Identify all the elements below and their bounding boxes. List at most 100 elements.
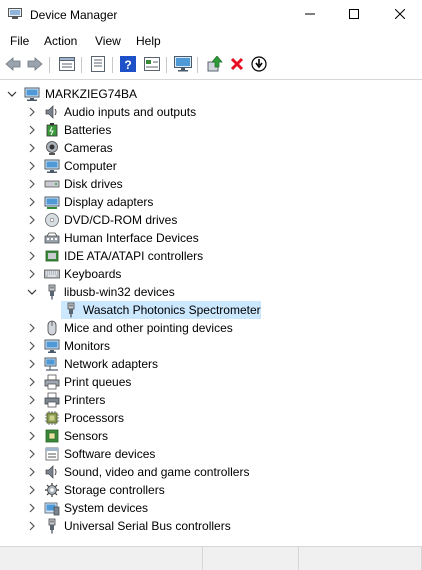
- tree-category-label: Sound, video and game controllers: [64, 465, 250, 479]
- tree-category-row[interactable]: Print queues: [0, 373, 422, 391]
- tree-category-row[interactable]: Mice and other pointing devices: [0, 319, 422, 337]
- tree-category-row[interactable]: Cameras: [0, 139, 422, 157]
- speaker-icon: [44, 104, 60, 120]
- chevron-right-icon[interactable]: [27, 431, 37, 441]
- system-device-icon: [44, 500, 60, 516]
- chevron-right-icon[interactable]: [27, 503, 37, 513]
- dvd-drive-icon: [44, 212, 60, 228]
- chevron-right-icon[interactable]: [27, 197, 37, 207]
- tree-category-label: Printers: [64, 393, 106, 407]
- tree-category-row[interactable]: Universal Serial Bus controllers: [0, 517, 422, 535]
- chevron-right-icon[interactable]: [27, 485, 37, 495]
- tree-category-label: Keyboards: [64, 267, 122, 281]
- chevron-right-icon[interactable]: [27, 161, 37, 171]
- tree-category-row[interactable]: Disk drives: [0, 175, 422, 193]
- tree-category-row[interactable]: Human Interface Devices: [0, 229, 422, 247]
- window-title: Device Manager: [30, 8, 118, 22]
- menu-view[interactable]: View: [95, 34, 121, 48]
- display-adapter-icon: [44, 194, 60, 210]
- tree-device-row[interactable]: Wasatch Photonics Spectrometer: [0, 301, 422, 319]
- tree-category-row[interactable]: Sensors: [0, 427, 422, 445]
- uninstall-icon: [230, 57, 244, 74]
- printer-icon: [44, 392, 60, 408]
- status-cell: [0, 547, 203, 570]
- chevron-right-icon[interactable]: [27, 449, 37, 459]
- chevron-right-icon[interactable]: [27, 179, 37, 189]
- chevron-right-icon[interactable]: [27, 323, 37, 333]
- chevron-down-icon[interactable]: [7, 89, 17, 99]
- computer-name-label: MARKZIEG74BA: [45, 87, 138, 101]
- scan-hardware-button[interactable]: [173, 55, 193, 75]
- tree-category-row[interactable]: Keyboards: [0, 265, 422, 283]
- print-queue-icon: [44, 374, 60, 390]
- tree-category-label: Sensors: [64, 429, 109, 443]
- tree-root-row[interactable]: MARKZIEG74BA: [0, 85, 422, 103]
- chevron-right-icon[interactable]: [27, 341, 37, 351]
- tree-category-row[interactable]: Network adapters: [0, 355, 422, 373]
- tree-category-row[interactable]: Sound, video and game controllers: [0, 463, 422, 481]
- disable-device-button[interactable]: [249, 55, 269, 75]
- disk-drive-icon: [44, 176, 60, 192]
- view-tree-button[interactable]: [57, 55, 77, 75]
- menu-action[interactable]: Action: [44, 34, 77, 48]
- tree-category-row[interactable]: Printers: [0, 391, 422, 409]
- update-driver-button[interactable]: [205, 54, 225, 75]
- tree-category-label: Audio inputs and outputs: [64, 105, 197, 119]
- tree-category-row[interactable]: Storage controllers: [0, 481, 422, 499]
- tree-category-label: Computer: [64, 159, 117, 173]
- back-arrow-icon: [5, 56, 21, 74]
- chevron-right-icon[interactable]: [27, 233, 37, 243]
- menu-help[interactable]: Help: [136, 34, 161, 48]
- close-button[interactable]: [377, 0, 422, 30]
- tree-category-row[interactable]: DVD/CD-ROM drives: [0, 211, 422, 229]
- properties-icon: [91, 55, 105, 75]
- tree-category-row[interactable]: IDE ATA/ATAPI controllers: [0, 247, 422, 265]
- tree-category-row[interactable]: libusb-win32 devices: [0, 283, 422, 301]
- tree-category-row[interactable]: Computer: [0, 157, 422, 175]
- chevron-right-icon[interactable]: [27, 215, 37, 225]
- toolbar-separator: [166, 57, 167, 73]
- tree-category-row[interactable]: Display adapters: [0, 193, 422, 211]
- tree-category-label: IDE ATA/ATAPI controllers: [64, 249, 204, 263]
- tree-category-row[interactable]: Software devices: [0, 445, 422, 463]
- maximize-button[interactable]: [331, 0, 376, 30]
- help-button[interactable]: ?: [118, 55, 138, 75]
- battery-icon: [44, 122, 60, 138]
- chevron-down-icon[interactable]: [27, 287, 37, 297]
- uninstall-device-button[interactable]: [227, 55, 247, 75]
- chevron-right-icon[interactable]: [27, 377, 37, 387]
- chevron-right-icon[interactable]: [27, 269, 37, 279]
- chevron-right-icon[interactable]: [27, 251, 37, 261]
- device-manager-app-icon: [8, 8, 22, 20]
- tree-category-row[interactable]: Processors: [0, 409, 422, 427]
- chevron-right-icon[interactable]: [27, 359, 37, 369]
- tree-category-row[interactable]: System devices: [0, 499, 422, 517]
- toolbar: ?: [0, 52, 422, 78]
- sensor-icon: [44, 428, 60, 444]
- chevron-right-icon[interactable]: [27, 467, 37, 477]
- chevron-right-icon[interactable]: [27, 395, 37, 405]
- chevron-right-icon[interactable]: [27, 143, 37, 153]
- back-button[interactable]: [3, 55, 23, 75]
- menu-file[interactable]: File: [10, 34, 29, 48]
- chevron-right-icon[interactable]: [27, 125, 37, 135]
- chevron-right-icon[interactable]: [27, 107, 37, 117]
- device-tree[interactable]: MARKZIEG74BA Audio inputs and outputs Bat…: [0, 82, 422, 542]
- tree-category-label: Cameras: [64, 141, 113, 155]
- show-hidden-button[interactable]: [142, 55, 162, 75]
- monitor-icon: [174, 55, 192, 75]
- chevron-right-icon[interactable]: [27, 413, 37, 423]
- tree-category-row[interactable]: Monitors: [0, 337, 422, 355]
- properties-button[interactable]: [88, 55, 108, 75]
- minimize-button[interactable]: [287, 0, 332, 30]
- view-tree-icon: [59, 56, 75, 74]
- tree-category-label: System devices: [64, 501, 149, 515]
- tree-category-row[interactable]: Batteries: [0, 121, 422, 139]
- status-cell: [299, 547, 422, 570]
- forward-button[interactable]: [25, 55, 45, 75]
- tree-category-row[interactable]: Audio inputs and outputs: [0, 103, 422, 121]
- computer-icon: [24, 86, 40, 102]
- processor-icon: [44, 410, 60, 426]
- chevron-right-icon[interactable]: [27, 521, 37, 531]
- toolbar-separator: [112, 57, 113, 73]
